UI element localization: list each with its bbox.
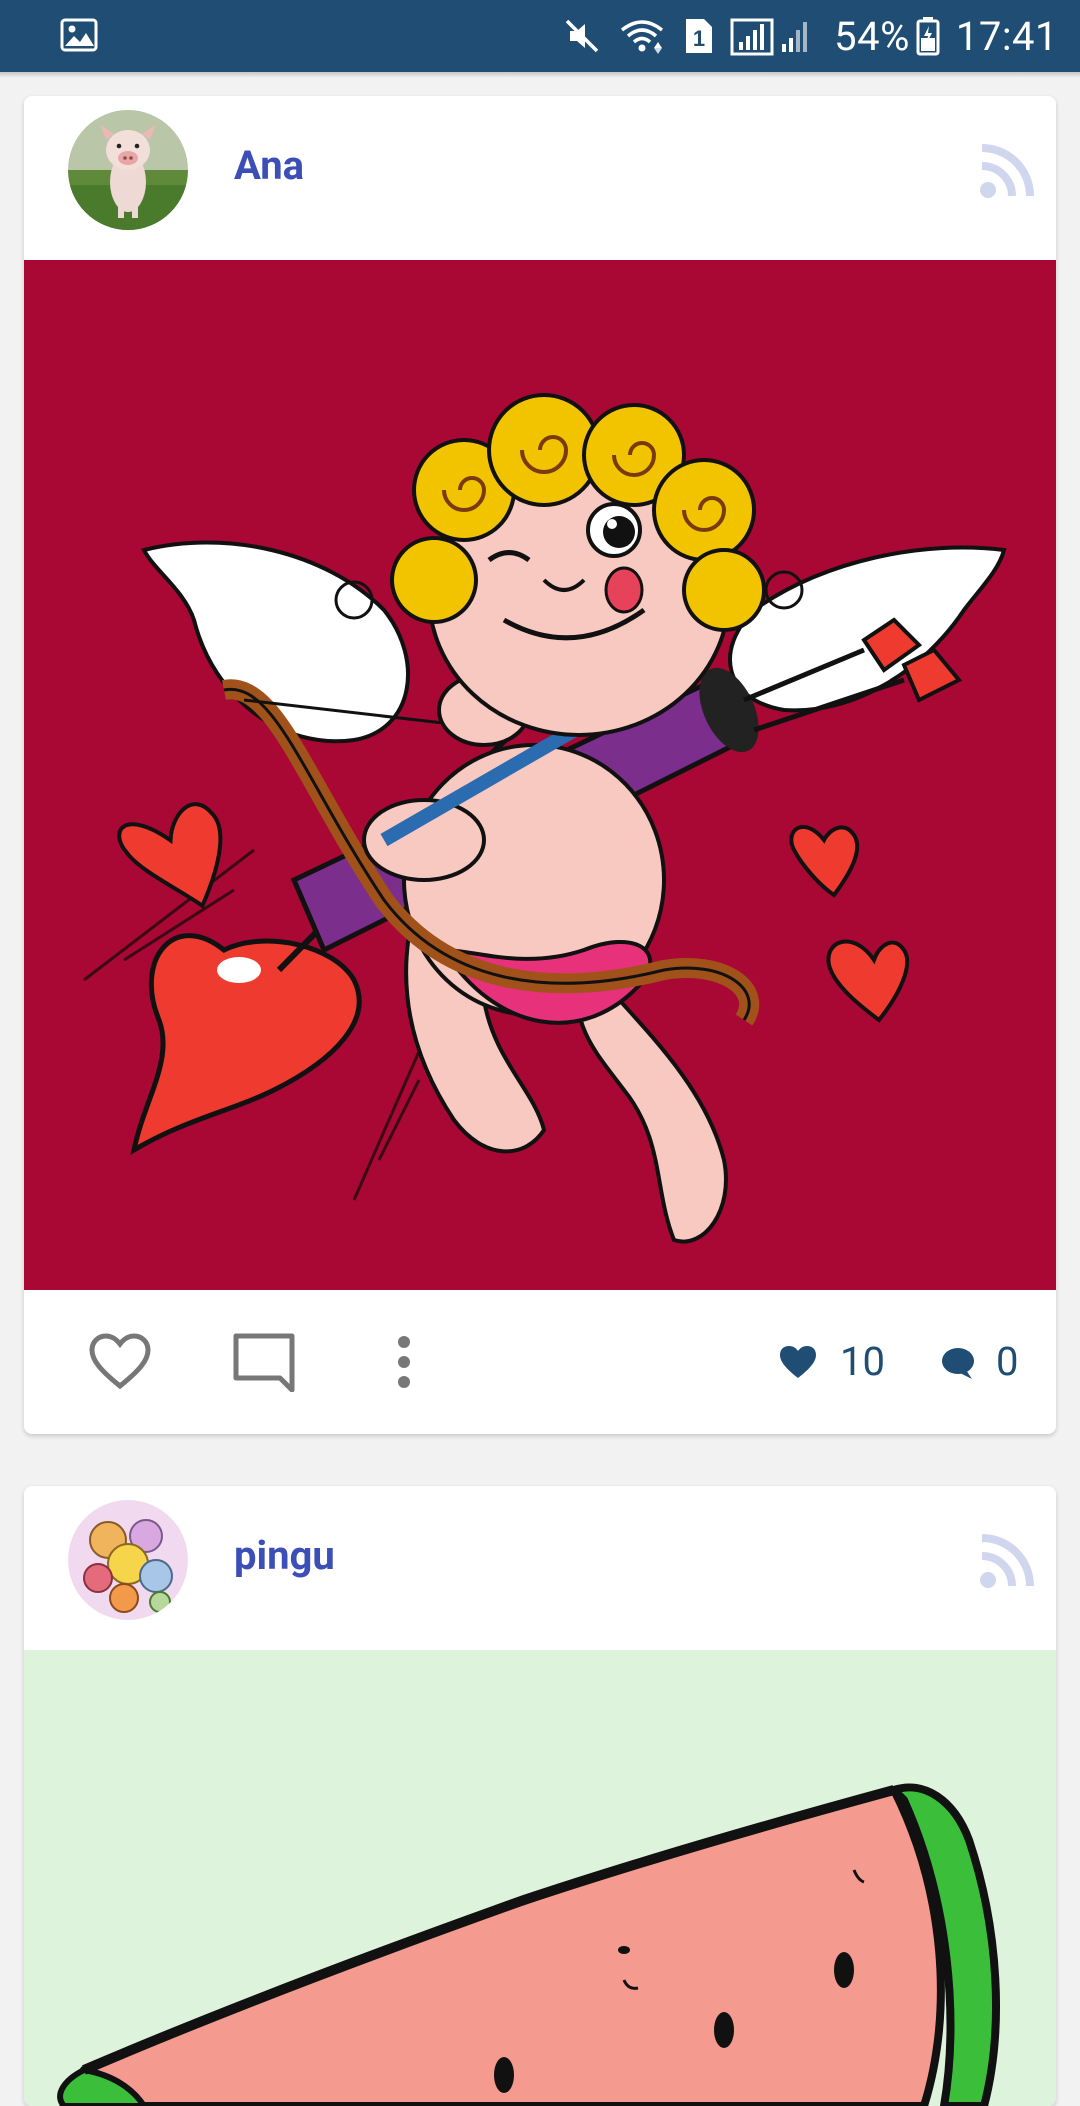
likes-count: 10 — [840, 1338, 885, 1385]
heart-filled-icon — [780, 1346, 816, 1378]
comments-count: 0 — [996, 1338, 1019, 1385]
cupid-illustration — [83, 393, 1007, 1244]
more-options-button[interactable] — [394, 1332, 414, 1396]
gallery-icon — [60, 18, 98, 56]
comment-icon — [233, 1333, 295, 1393]
avatar[interactable] — [68, 110, 188, 230]
mute-icon — [562, 16, 602, 56]
pig-avatar-icon — [68, 110, 188, 230]
battery-percent: 54% — [834, 12, 910, 60]
sim-badge: 1 — [693, 26, 705, 51]
post-actions: 10 0 — [24, 1290, 1056, 1434]
signal-icon — [730, 16, 818, 56]
post-card: pingu — [24, 1486, 1056, 2106]
wifi-icon — [618, 16, 666, 56]
more-vert-icon — [398, 1336, 410, 1388]
watermelon-illustration — [57, 1783, 1000, 2106]
username[interactable]: pingu — [234, 1532, 335, 1579]
comment-bubble-icon — [942, 1348, 974, 1379]
comments-count-icon — [940, 1346, 976, 1384]
status-bar-shadow — [0, 72, 1080, 78]
post-image[interactable] — [24, 1650, 1056, 2106]
comment-button[interactable] — [232, 1332, 296, 1396]
like-button[interactable] — [88, 1332, 152, 1396]
sim-icon: 1 — [682, 17, 714, 55]
clock: 17:41 — [955, 12, 1058, 60]
rss-feed-icon[interactable] — [978, 1530, 1038, 1594]
post-image[interactable] — [24, 260, 1056, 1290]
post-header: Ana — [24, 96, 1056, 260]
battery-icon — [916, 16, 940, 56]
likes-count-icon — [778, 1344, 818, 1384]
username[interactable]: Ana — [234, 142, 304, 189]
avatar[interactable] — [68, 1500, 188, 1620]
post-card: Ana 10 0 — [24, 96, 1056, 1434]
animals-avatar-icon — [68, 1500, 188, 1620]
status-bar: 1 54% 17:41 — [0, 0, 1080, 78]
rss-feed-icon[interactable] — [978, 140, 1038, 204]
post-header: pingu — [24, 1486, 1056, 1650]
heart-outline-icon — [89, 1333, 151, 1390]
